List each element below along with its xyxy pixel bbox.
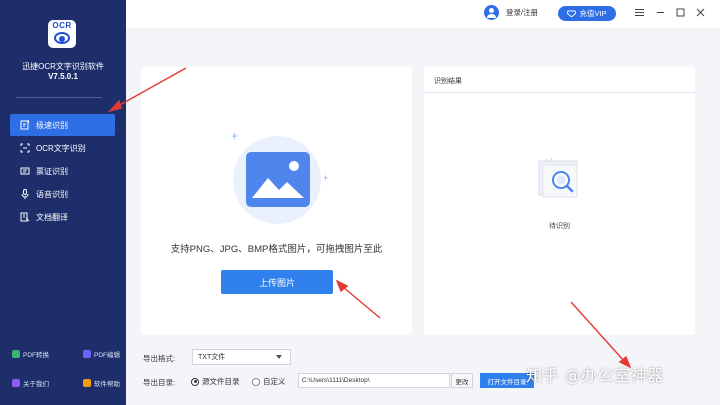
pdf-edit-label: PDF编辑	[94, 352, 120, 359]
export-format-select[interactable]: TXT文件	[192, 349, 291, 365]
app-version: V7.5.0.1	[48, 72, 78, 81]
upload-image-button[interactable]: 上传图片	[221, 270, 333, 294]
help-link[interactable]: 软件帮助	[83, 378, 120, 388]
sidebar-divider	[16, 97, 102, 98]
image-icon	[246, 152, 310, 207]
sidebar-item-translate[interactable]: 文档翻译	[10, 206, 115, 228]
chevron-down-icon	[276, 355, 282, 359]
ocr-scan-icon	[20, 143, 30, 153]
watermark: 知乎 @办公室神器	[526, 366, 664, 385]
waiting-search-icon	[537, 155, 583, 199]
export-path-input[interactable]: C:\Users\1111\Desktop\	[298, 373, 450, 388]
login-link[interactable]: 登录/注册	[506, 7, 538, 18]
vip-label: 充值VIP	[579, 9, 607, 18]
logo-text: OCR	[52, 21, 72, 30]
sidebar-footer-row-2: 关于我们 软件帮助	[12, 378, 120, 388]
app-logo: OCR	[48, 20, 76, 48]
sidebar-item-label: 语音识别	[36, 189, 68, 199]
sidebar-nav: 极速识别 OCR文字识别 票证识别 语音识别 文档翻译	[10, 114, 115, 229]
pdf-convert-link[interactable]: PDF转换	[12, 349, 49, 359]
radio-custom-dir[interactable]: 自定义	[252, 376, 286, 387]
radio-source-label: 源文件目录	[202, 377, 240, 386]
plus-icon: +	[231, 129, 239, 143]
sidebar-item-voice[interactable]: 语音识别	[10, 183, 115, 205]
pdf-convert-label: PDF转换	[23, 352, 49, 359]
maximize-icon[interactable]	[675, 7, 686, 18]
sidebar-footer-row-1: PDF转换 PDF编辑	[12, 349, 120, 359]
sidebar-item-ocr[interactable]: OCR文字识别	[10, 137, 115, 159]
microphone-icon	[20, 189, 30, 199]
about-us-link[interactable]: 关于我们	[12, 378, 49, 388]
app-name: 迅捷OCR文字识别软件	[22, 62, 104, 71]
menu-icon[interactable]	[634, 7, 645, 18]
ticket-icon	[20, 166, 30, 176]
about-icon	[12, 379, 20, 387]
about-us-label: 关于我们	[23, 381, 49, 388]
upload-panel[interactable]: + + 支持PNG、JPG、BMP格式图片，可拖拽图片至此 上传图片	[141, 67, 412, 335]
eye-icon	[54, 32, 70, 44]
pdf-convert-icon	[12, 350, 20, 358]
sidebar-item-ticket[interactable]: 票证识别	[10, 160, 115, 182]
export-format-label: 导出格式:	[143, 354, 176, 363]
minimize-icon[interactable]	[655, 7, 666, 18]
change-dir-button[interactable]: 更改	[451, 373, 473, 388]
sidebar-item-label: 极速识别	[36, 120, 68, 130]
help-icon	[83, 379, 91, 387]
upload-hint: 支持PNG、JPG、BMP格式图片，可拖拽图片至此	[170, 244, 383, 255]
radio-custom-label: 自定义	[263, 377, 286, 386]
radio-unselected-icon	[252, 377, 260, 386]
fast-recognize-icon	[20, 120, 30, 130]
export-dir-label: 导出目录:	[143, 378, 176, 387]
pdf-edit-link[interactable]: PDF编辑	[83, 349, 120, 359]
sidebar-item-label: 文档翻译	[36, 212, 68, 222]
close-icon[interactable]	[695, 7, 706, 18]
result-panel: 识别结果 待识别	[424, 67, 695, 335]
help-label: 软件帮助	[94, 381, 120, 388]
export-format-value: TXT文件	[198, 354, 226, 361]
login-area[interactable]: 登录/注册	[484, 5, 538, 20]
sidebar: OCR 迅捷OCR文字识别软件 V7.5.0.1 极速识别 OCR文字识别 票证…	[0, 0, 126, 405]
user-avatar-icon	[484, 5, 499, 20]
radio-selected-icon	[191, 377, 199, 386]
recharge-vip-button[interactable]: 充值VIP	[558, 6, 616, 21]
diamond-icon	[567, 10, 577, 17]
result-title: 识别结果	[434, 78, 462, 85]
radio-source-dir[interactable]: 源文件目录	[191, 376, 240, 387]
translate-doc-icon	[20, 212, 30, 222]
sidebar-item-label: 票证识别	[36, 166, 68, 176]
result-divider	[424, 92, 695, 93]
sidebar-item-fast-recognize[interactable]: 极速识别	[10, 114, 115, 136]
plus-icon: +	[323, 173, 329, 183]
pending-status: 待识别	[549, 223, 570, 230]
sidebar-item-label: OCR文字识别	[36, 143, 86, 153]
pdf-edit-icon	[83, 350, 91, 358]
